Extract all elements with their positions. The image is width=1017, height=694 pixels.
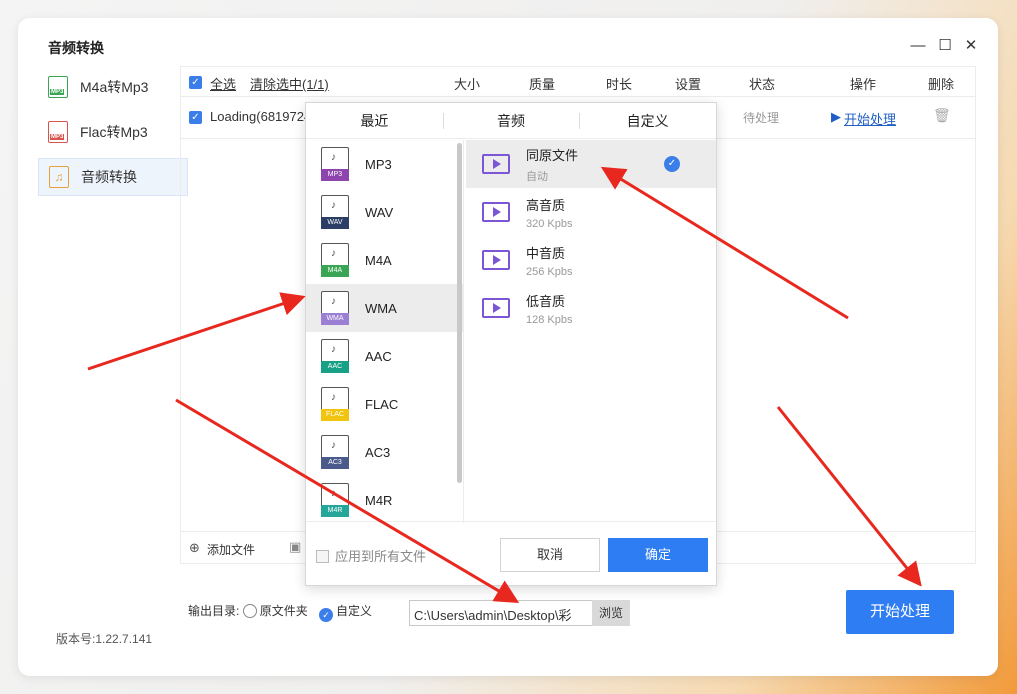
quality-bitrate: 自动 — [526, 170, 548, 183]
column-settings: 设置 — [675, 77, 702, 92]
check-icon: ✓ — [664, 156, 680, 172]
quality-name: 低音质 — [526, 293, 566, 309]
tab-custom[interactable]: 自定义 — [579, 103, 716, 138]
column-status: 状态 — [749, 77, 776, 92]
format-item[interactable]: ♪ MP3 MP3 — [306, 140, 463, 188]
quality-list: 同原文件自动 ✓ 高音质 320 Kpbs 中音质 256 Kpbs 低音质 128 Kpbs — [466, 140, 716, 523]
sidebar-item-label: Flac转Mp3 — [80, 124, 148, 140]
audio-file-icon: ♪ FLAC — [321, 387, 349, 421]
quality-name: 同原文件 — [526, 147, 579, 163]
video-icon — [482, 298, 510, 318]
format-item[interactable]: ♪ AAC AAC — [306, 332, 463, 380]
format-label: MP3 — [365, 156, 392, 172]
sidebar-item-audio-convert[interactable]: ♫ 音频转换 — [38, 158, 188, 196]
output-label: 输出目录: — [188, 604, 240, 618]
select-all-link[interactable]: 全选 — [210, 74, 236, 93]
quality-name: 中音质 — [526, 245, 566, 261]
output-bar: 输出目录: 原文件夹 ✓ 自定义 — [188, 602, 372, 622]
format-label: AC3 — [365, 444, 391, 460]
radio-custom-label: 自定义 — [336, 604, 373, 618]
format-item[interactable]: ♪ M4A M4A — [306, 236, 463, 284]
format-label: WMA — [365, 300, 397, 316]
quality-name: 高音质 — [526, 197, 566, 213]
mp3-file-icon: MP3 — [48, 121, 68, 143]
column-size: 大小 — [454, 77, 481, 92]
close-icon[interactable]: ✕ — [963, 38, 979, 54]
popup-footer: 应用到所有文件 取消 确定 — [306, 521, 716, 585]
format-label: AAC — [365, 348, 392, 364]
sidebar-item-flac-mp3[interactable]: MP3 Flac转Mp3 — [38, 113, 188, 151]
start-button[interactable]: 开始处理 — [846, 590, 954, 634]
column-action: 操作 — [850, 77, 877, 92]
select-all-checkbox[interactable]: ✓ — [189, 76, 202, 89]
tab-audio[interactable]: 音频 — [442, 103, 580, 138]
quality-item[interactable]: 中音质 256 Kpbs — [466, 236, 716, 284]
audio-file-icon: ♪ WMA — [321, 291, 349, 325]
status-text: 待处理 — [743, 111, 780, 125]
quality-bitrate: 256 Kpbs — [526, 265, 573, 278]
sidebar: MP3 M4a转Mp3 MP3 Flac转Mp3 ♫ 音频转换 — [38, 68, 188, 203]
apply-all-checkbox[interactable]: 应用到所有文件 — [316, 546, 426, 565]
list-header: ✓ 全选 清除选中(1/1) 大小 质量 时长 设置 状态 操作 删除 — [181, 67, 975, 97]
format-label: FLAC — [365, 396, 399, 412]
scrollbar[interactable] — [457, 143, 462, 483]
minimize-icon[interactable]: — — [910, 38, 926, 54]
column-quality: 质量 — [529, 77, 556, 92]
radio-source-label: 原文件夹 — [259, 604, 308, 618]
row-checkbox[interactable]: ✓ — [189, 111, 202, 124]
quality-item[interactable]: 低音质 128 Kpbs — [466, 284, 716, 332]
audio-file-icon: ♪ MP3 — [321, 147, 349, 181]
column-duration: 时长 — [606, 77, 633, 92]
audio-file-icon: ♪ M4A — [321, 243, 349, 277]
window-title: 音频转换 — [48, 40, 104, 56]
quality-item[interactable]: 高音质 320 Kpbs — [466, 188, 716, 236]
ok-button[interactable]: 确定 — [608, 538, 708, 572]
audio-file-icon: ♪ WAV — [321, 195, 349, 229]
format-label: M4R — [365, 492, 393, 508]
clear-selection-link[interactable]: 清除选中(1/1) — [250, 74, 329, 93]
quality-bitrate: 320 Kpbs — [526, 217, 573, 230]
format-item[interactable]: ♪ WMA WMA — [306, 284, 463, 332]
music-file-icon: ♫ — [49, 166, 69, 188]
format-item[interactable]: ♪ FLAC FLAC — [306, 380, 463, 428]
maximize-icon[interactable]: ☐ — [937, 38, 953, 54]
radio-custom[interactable]: ✓ — [319, 608, 334, 622]
mp3-file-icon: MP3 — [48, 76, 68, 98]
sidebar-item-m4a-mp3[interactable]: MP3 M4a转Mp3 — [38, 68, 188, 106]
quality-item[interactable]: 同原文件自动 ✓ — [466, 140, 716, 188]
browse-button[interactable]: 浏览 — [592, 600, 630, 626]
format-item[interactable]: ♪ WAV WAV — [306, 188, 463, 236]
play-icon: ▶ — [831, 109, 841, 124]
add-folder-icon[interactable]: ▣ — [289, 539, 301, 555]
file-name: Loading(6819724 — [210, 109, 312, 124]
video-icon — [482, 154, 510, 174]
version-label: 版本号:1.22.7.141 — [56, 632, 153, 646]
column-delete: 删除 — [928, 77, 955, 92]
add-circle-icon: ⊕ — [189, 540, 200, 555]
trash-icon[interactable]: 🗑 — [933, 107, 951, 124]
radio-source-folder[interactable] — [242, 604, 257, 618]
video-icon — [482, 250, 510, 270]
sidebar-item-label: M4a转Mp3 — [80, 79, 149, 95]
audio-file-icon: ♪ AAC — [321, 339, 349, 373]
quality-bitrate: 128 Kpbs — [526, 313, 573, 326]
format-item[interactable]: ♪ M4R M4R — [306, 476, 463, 523]
cancel-button[interactable]: 取消 — [500, 538, 600, 572]
audio-file-icon: ♪ AC3 — [321, 435, 349, 469]
format-popup: 最近 音频 自定义 ♪ MP3 MP3 ♪ WAV WAV ♪ M4A M4A ♪ WMA WMA ♪ A… — [305, 102, 717, 586]
audio-file-icon: ♪ M4R — [321, 483, 349, 517]
popup-tabs: 最近 音频 自定义 — [306, 103, 716, 139]
add-file-button[interactable]: 添加文件 — [207, 541, 255, 558]
start-process-link[interactable]: 开始处理 — [844, 109, 896, 128]
format-list: ♪ MP3 MP3 ♪ WAV WAV ♪ M4A M4A ♪ WMA WMA ♪ AAC AAC ♪ FLAC… — [306, 140, 464, 523]
tab-recent[interactable]: 最近 — [306, 103, 443, 138]
format-label: WAV — [365, 204, 394, 220]
sidebar-item-label: 音频转换 — [81, 169, 137, 185]
format-item[interactable]: ♪ AC3 AC3 — [306, 428, 463, 476]
video-icon — [482, 202, 510, 222]
apply-all-label: 应用到所有文件 — [335, 549, 427, 564]
format-label: M4A — [365, 252, 392, 268]
